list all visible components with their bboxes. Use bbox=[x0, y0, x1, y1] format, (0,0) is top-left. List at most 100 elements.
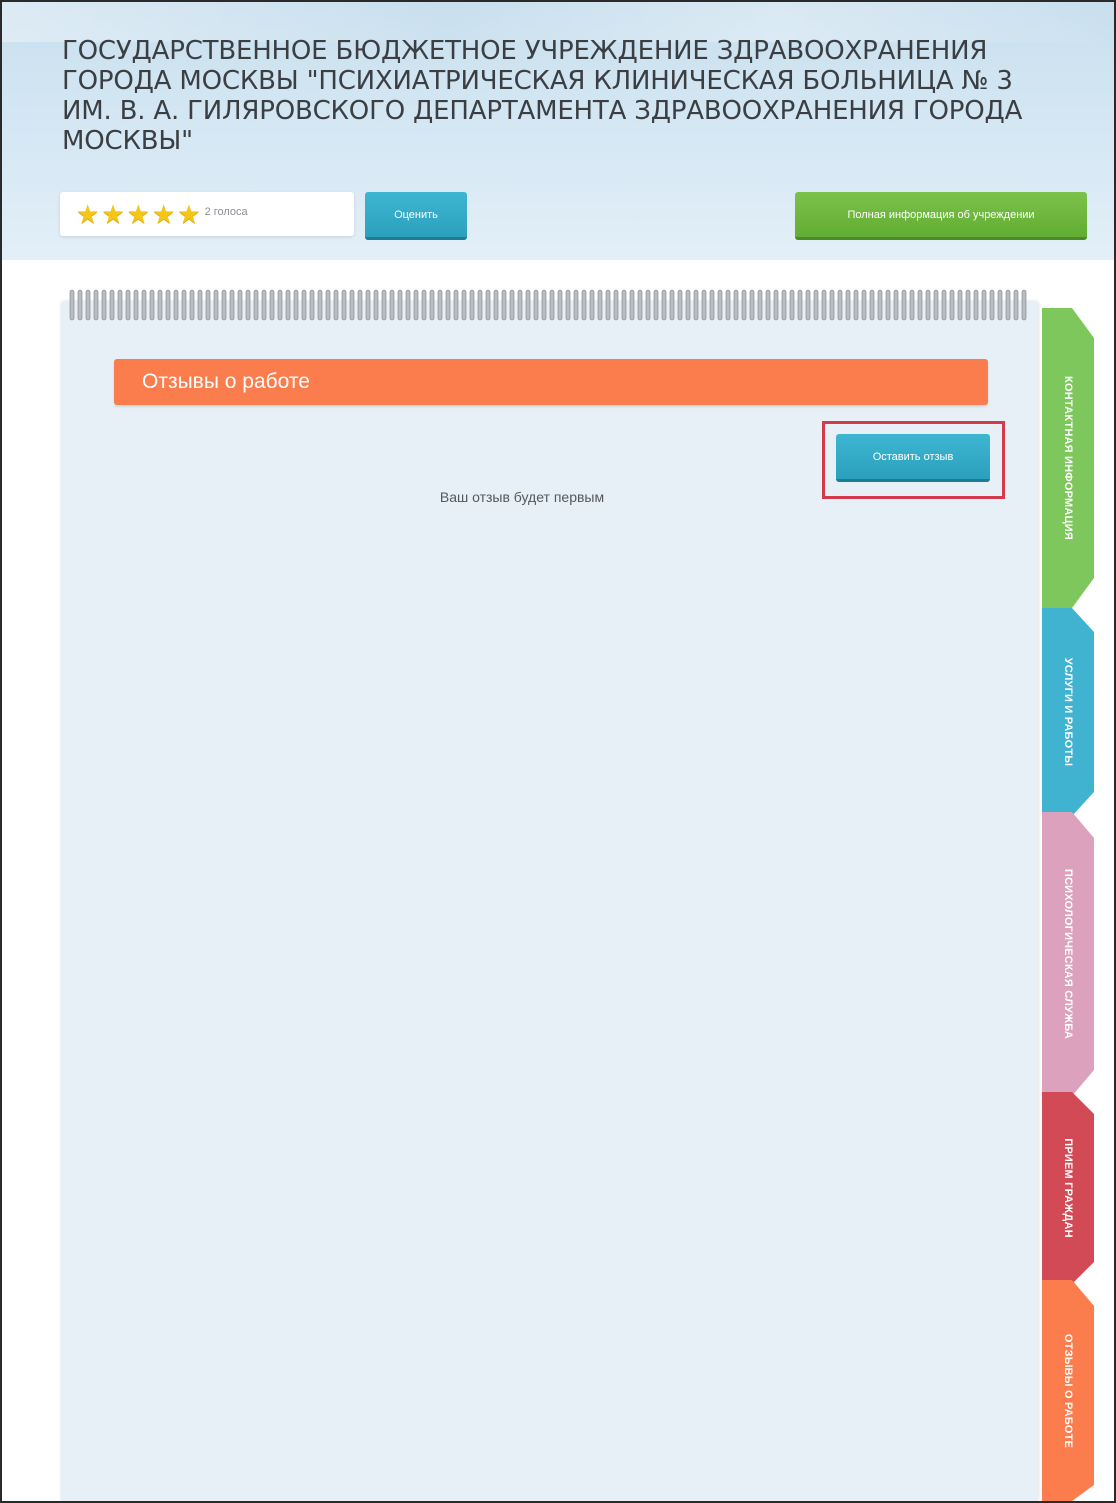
spiral-ring bbox=[1013, 289, 1019, 321]
spiral-ring bbox=[797, 289, 803, 321]
spiral-ring bbox=[501, 289, 507, 321]
spiral-ring bbox=[93, 289, 99, 321]
spiral-ring bbox=[173, 289, 179, 321]
spiral-ring bbox=[933, 289, 939, 321]
rating-stars[interactable]: ★ ★ ★ ★ ★ bbox=[76, 201, 203, 227]
spiral-ring bbox=[973, 289, 979, 321]
spiral-ring bbox=[989, 289, 995, 321]
spiral-ring bbox=[1021, 289, 1027, 321]
spiral-ring bbox=[941, 289, 947, 321]
spiral-ring bbox=[669, 289, 675, 321]
spiral-ring bbox=[461, 289, 467, 321]
spiral-ring bbox=[117, 289, 123, 321]
spiral-ring bbox=[733, 289, 739, 321]
spiral-ring bbox=[685, 289, 691, 321]
spiral-ring bbox=[533, 289, 539, 321]
tab-services[interactable]: УСЛУГИ И РАБОТЫ bbox=[1042, 608, 1094, 816]
spiral-ring bbox=[381, 289, 387, 321]
spiral-ring bbox=[301, 289, 307, 321]
spiral-ring bbox=[469, 289, 475, 321]
spiral-ring bbox=[909, 289, 915, 321]
spiral-ring bbox=[205, 289, 211, 321]
spiral-ring bbox=[709, 289, 715, 321]
tab-label: ПРИЕМ ГРАЖДАН bbox=[1062, 1138, 1074, 1238]
empty-reviews-message: Ваш отзыв будет первым bbox=[439, 489, 605, 505]
rating-widget: ★ ★ ★ ★ ★ 2 голоса bbox=[60, 192, 354, 236]
full-info-button[interactable]: Полная информация об учреждении bbox=[795, 192, 1087, 240]
spiral-ring bbox=[317, 289, 323, 321]
star-icon[interactable]: ★ bbox=[127, 201, 150, 227]
spiral-ring bbox=[573, 289, 579, 321]
spiral-ring bbox=[269, 289, 275, 321]
spiral-ring bbox=[349, 289, 355, 321]
spiral-ring bbox=[445, 289, 451, 321]
spiral-ring bbox=[853, 289, 859, 321]
spiral-ring bbox=[125, 289, 131, 321]
spiral-ring bbox=[453, 289, 459, 321]
page-frame: ГОСУДАРСТВЕННОЕ БЮДЖЕТНОЕ УЧРЕЖДЕНИЕ ЗДР… bbox=[0, 0, 1116, 1503]
spiral-ring bbox=[565, 289, 571, 321]
spiral-ring bbox=[613, 289, 619, 321]
spiral-ring bbox=[637, 289, 643, 321]
spiral-ring bbox=[925, 289, 931, 321]
spiral-ring bbox=[157, 289, 163, 321]
spiral-ring bbox=[805, 289, 811, 321]
tab-psychological-service[interactable]: ПСИХОЛОГИЧЕСКАЯ СЛУЖБА bbox=[1042, 812, 1094, 1096]
tab-reviews[interactable]: ОТЗЫВЫ О РАБОТЕ bbox=[1042, 1280, 1094, 1501]
star-icon[interactable]: ★ bbox=[101, 201, 124, 227]
section-title: Отзывы о работе bbox=[114, 359, 988, 405]
spiral-ring bbox=[837, 289, 843, 321]
spiral-ring bbox=[677, 289, 683, 321]
spiral-ring bbox=[437, 289, 443, 321]
spiral-ring bbox=[645, 289, 651, 321]
spiral-ring bbox=[373, 289, 379, 321]
spiral-ring bbox=[181, 289, 187, 321]
spiral-ring bbox=[149, 289, 155, 321]
spiral-ring bbox=[477, 289, 483, 321]
spiral-ring bbox=[725, 289, 731, 321]
tab-label: УСЛУГИ И РАБОТЫ bbox=[1062, 657, 1074, 767]
spiral-ring bbox=[861, 289, 867, 321]
spiral-ring bbox=[397, 289, 403, 321]
spiral-ring bbox=[949, 289, 955, 321]
spiral-ring bbox=[525, 289, 531, 321]
add-review-button[interactable]: Оставить отзыв bbox=[836, 434, 990, 482]
spiral-ring bbox=[693, 289, 699, 321]
spiral-ring bbox=[821, 289, 827, 321]
spiral-ring bbox=[957, 289, 963, 321]
rate-button[interactable]: Оценить bbox=[365, 192, 467, 240]
spiral-ring bbox=[197, 289, 203, 321]
spiral-ring bbox=[549, 289, 555, 321]
star-icon[interactable]: ★ bbox=[152, 201, 175, 227]
tab-contact-info[interactable]: КОНТАКТНАЯ ИНФОРМАЦИЯ bbox=[1042, 308, 1094, 608]
spiral-ring bbox=[341, 289, 347, 321]
spiral-ring bbox=[69, 289, 75, 321]
spiral-ring bbox=[421, 289, 427, 321]
spiral-ring bbox=[589, 289, 595, 321]
tab-label: ОТЗЫВЫ О РАБОТЕ bbox=[1062, 1333, 1074, 1448]
spiral-ring bbox=[429, 289, 435, 321]
tab-label: ПСИХОЛОГИЧЕСКАЯ СЛУЖБА bbox=[1062, 868, 1074, 1040]
spiral-ring bbox=[325, 289, 331, 321]
header: ГОСУДАРСТВЕННОЕ БЮДЖЕТНОЕ УЧРЕЖДЕНИЕ ЗДР… bbox=[2, 2, 1114, 260]
spiral-ring bbox=[133, 289, 139, 321]
spiral-ring bbox=[309, 289, 315, 321]
spiral-ring bbox=[485, 289, 491, 321]
spiral-ring bbox=[901, 289, 907, 321]
spiral-ring bbox=[621, 289, 627, 321]
star-icon[interactable]: ★ bbox=[76, 201, 99, 227]
spiral-ring bbox=[789, 289, 795, 321]
star-icon[interactable]: ★ bbox=[177, 201, 200, 227]
spiral-ring bbox=[541, 289, 547, 321]
spiral-ring bbox=[605, 289, 611, 321]
votes-count: 2 голоса bbox=[204, 206, 248, 218]
spiral-ring bbox=[253, 289, 259, 321]
spiral-ring bbox=[981, 289, 987, 321]
spiral-ring bbox=[165, 289, 171, 321]
tab-citizen-reception[interactable]: ПРИЕМ ГРАЖДАН bbox=[1042, 1092, 1094, 1284]
spiral-ring bbox=[869, 289, 875, 321]
spiral-ring bbox=[885, 289, 891, 321]
spiral-ring bbox=[277, 289, 283, 321]
spiral-ring bbox=[493, 289, 499, 321]
spiral-ring bbox=[629, 289, 635, 321]
